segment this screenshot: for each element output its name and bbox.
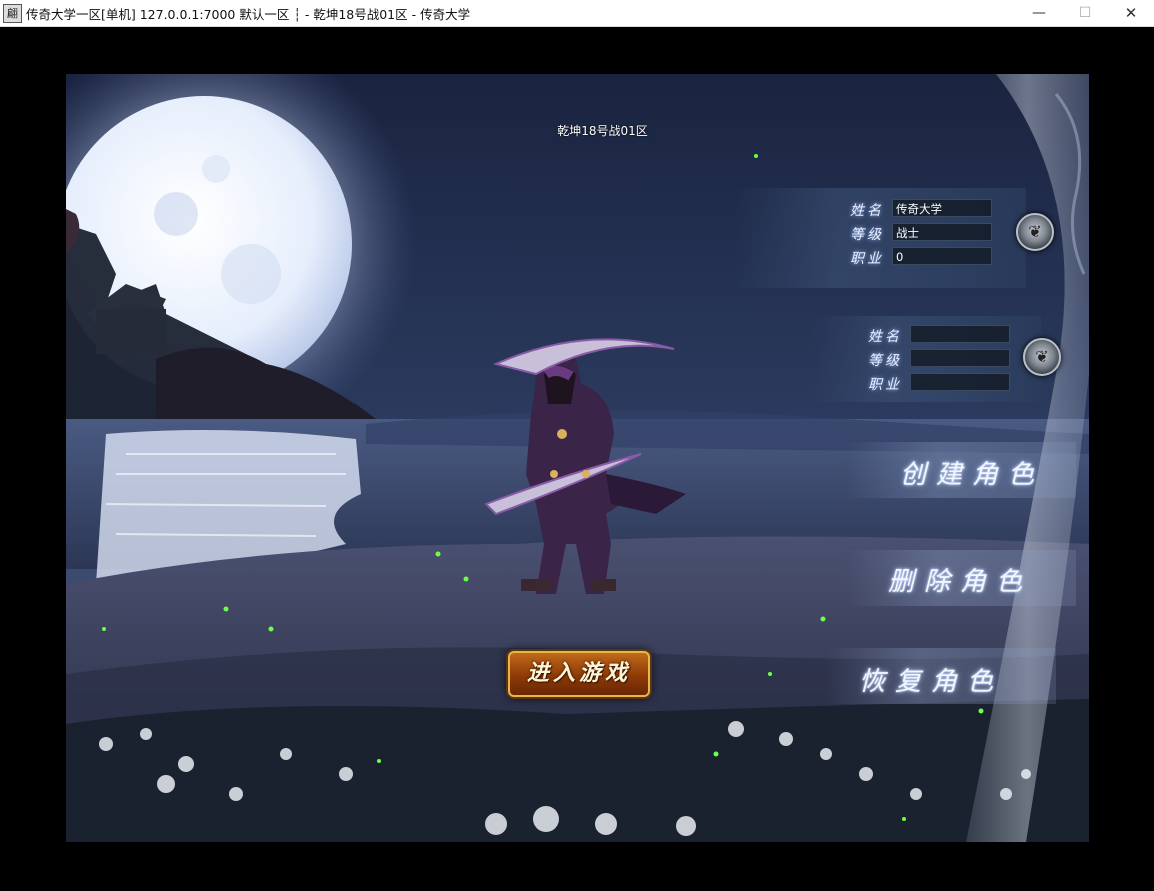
close-button[interactable]: ✕ (1108, 0, 1154, 26)
slot1-name-value: 传奇大学 (892, 199, 992, 217)
slot1-level-label: 等级 (850, 227, 884, 243)
delete-character-button[interactable]: 删除角色 (888, 561, 1032, 598)
slot2-level-value (910, 349, 1010, 367)
minimize-button[interactable]: — (1016, 0, 1062, 26)
slot1-job-value: 0 (892, 247, 992, 265)
slot1-job-label: 职业 (850, 251, 884, 267)
maximize-button[interactable]: ☐ (1062, 0, 1108, 26)
slot2-name-value (910, 325, 1010, 343)
slot1-name-label: 姓名 (850, 203, 884, 219)
create-character-button[interactable]: 创建角色 (900, 454, 1044, 491)
restore-character-button[interactable]: 恢复角色 (859, 661, 1003, 698)
window-title: 传奇大学一区[单机] 127.0.0.1:7000 默认一区 ┆ - 乾坤18号… (26, 7, 471, 22)
slot1-level-value: 战士 (892, 223, 992, 241)
game-viewport: 乾坤18号战01区 姓名 等级 职业 传奇大学 战士 0 ❦ 姓名 等级 职业 … (66, 74, 1089, 842)
slot2-level-label: 等级 (868, 353, 902, 369)
window-titlebar: 翩 传奇大学一区[单机] 127.0.0.1:7000 默认一区 ┆ - 乾坤1… (0, 0, 1154, 27)
slot2-name-label: 姓名 (868, 329, 902, 345)
enter-game-button[interactable]: 进入游戏 (508, 651, 650, 697)
slot2-job-value (910, 373, 1010, 391)
slot2-emblem-icon[interactable]: ❦ (1023, 338, 1061, 376)
slot2-job-label: 职业 (868, 377, 902, 393)
slot1-emblem-icon[interactable]: ❦ (1016, 213, 1054, 251)
app-icon: 翩 (3, 4, 22, 23)
server-name-label: 乾坤18号战01区 (557, 124, 648, 138)
